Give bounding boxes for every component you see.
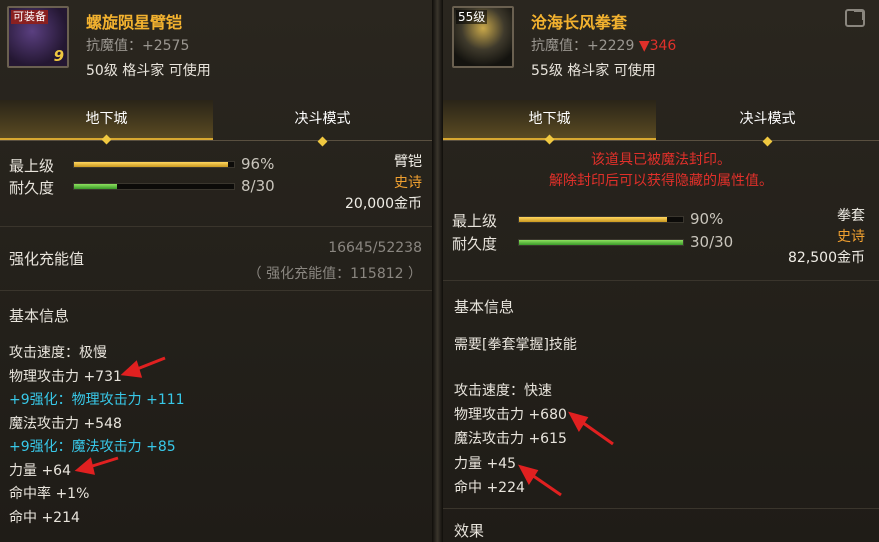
- panel-divider: [432, 0, 443, 542]
- seal-message-2: 解除封印后可以获得隐藏的属性值。: [549, 173, 773, 189]
- diamond-icon: [544, 134, 554, 145]
- max-level-bar: [73, 161, 235, 168]
- resist-text: 抗魔值：+2229: [531, 38, 639, 54]
- equip-tag: 可装备: [11, 10, 48, 24]
- share-icon[interactable]: [845, 9, 865, 27]
- stat-line: 魔法攻击力 +615: [454, 431, 567, 447]
- max-level-label: 最上级: [452, 212, 498, 230]
- arrow-line: [131, 356, 166, 373]
- item-meta: 拳套 史诗 82,500金币: [788, 206, 865, 269]
- mode-tabs: 地下城 决斗模式: [443, 100, 879, 147]
- tab-label: 决斗模式: [739, 111, 796, 127]
- resist-value: 抗魔值：+2229 ▼346: [531, 35, 676, 55]
- stat-line: 命中率 +1%: [9, 486, 90, 502]
- stat-line: 魔法攻击力 +548: [9, 415, 122, 432]
- stat-line: 命中 +214: [9, 509, 80, 526]
- tab-pvp[interactable]: 决斗模式: [656, 100, 879, 147]
- requirement: 50级 格斗家 可使用: [86, 63, 211, 79]
- arrow-head: [120, 360, 143, 378]
- skill-requirement: 需要[拳套掌握]技能: [454, 337, 577, 353]
- stat-line: 物理攻击力 +731: [9, 368, 122, 385]
- fist-icon[interactable]: 55级: [452, 6, 514, 68]
- stat-line: 力量 +64: [9, 462, 71, 479]
- durability-label: 耐久度: [452, 235, 498, 253]
- item-meta: 臂铠 史诗 20,000金币: [345, 152, 422, 215]
- durability-fill: [519, 240, 683, 245]
- mode-tabs: 地下城 决斗模式: [0, 100, 432, 147]
- durability-value: 8/30: [241, 177, 275, 195]
- tab-label: 决斗模式: [294, 111, 351, 127]
- basic-info-title: 基本信息: [9, 307, 70, 325]
- durability-bar: [518, 239, 684, 246]
- item-tooltip-right: 55级 沧海长风拳套 抗魔值：+2229 ▼346 55级 格斗家 可使用 地下…: [443, 0, 879, 542]
- item-type: 拳套: [837, 208, 865, 224]
- seal-message-1: 该道具已被魔法封印。: [591, 152, 731, 168]
- durability-label: 耐久度: [9, 179, 55, 197]
- tab-pvp[interactable]: 决斗模式: [213, 100, 432, 147]
- reinforce-total: （ 强化充能值：115812 ）: [247, 266, 422, 282]
- stat-line: 力量 +45: [454, 456, 516, 472]
- item-rarity: 史诗: [394, 175, 422, 191]
- tab-dungeon[interactable]: 地下城: [0, 100, 213, 145]
- max-level-fill: [74, 162, 228, 167]
- item-rarity: 史诗: [837, 229, 865, 245]
- max-level-value: 90%: [690, 210, 724, 228]
- divider: [0, 290, 432, 291]
- item-price: 82,500金币: [788, 250, 865, 266]
- arrow-line: [528, 471, 562, 497]
- resist-diff: ▼346: [638, 38, 677, 54]
- divider: [443, 508, 879, 509]
- stat-line: 攻击速度：极慢: [9, 345, 107, 361]
- basic-info-title: 基本信息: [454, 298, 515, 316]
- max-level-bar: [518, 216, 684, 223]
- stat-line: 命中 +224: [454, 480, 525, 496]
- requirement: 55级 格斗家 可使用: [531, 63, 656, 79]
- stat-line: +9强化：魔法攻击力 +85: [9, 439, 176, 455]
- tab-label: 地下城: [528, 111, 571, 127]
- stat-line: 物理攻击力 +680: [454, 407, 567, 423]
- resist-value: 抗魔值：+2575: [86, 38, 190, 54]
- level-tag: 55级: [456, 10, 488, 24]
- reinforce-level: 9: [53, 47, 64, 65]
- item-tooltip-left: 可装备 9 螺旋陨星臂铠 抗魔值：+2575 50级 格斗家 可使用 地下城 决…: [0, 0, 432, 542]
- divider: [0, 226, 432, 227]
- item-type: 臂铠: [394, 154, 422, 170]
- durability-bar: [73, 183, 235, 190]
- max-level-label: 最上级: [9, 157, 55, 175]
- diamond-icon: [762, 136, 772, 147]
- durability-fill: [74, 184, 117, 189]
- arrow-head: [568, 411, 589, 432]
- arrow-line: [85, 456, 119, 470]
- reinforce-label: 强化充能值: [9, 250, 85, 268]
- item-name: 螺旋陨星臂铠: [86, 13, 183, 32]
- diamond-icon: [317, 136, 327, 147]
- item-price: 20,000金币: [345, 196, 422, 212]
- diamond-icon: [101, 134, 111, 145]
- arrow-head: [74, 457, 95, 475]
- reinforce-value: 16645/52238: [328, 240, 422, 256]
- effect-title: 效果: [454, 522, 485, 540]
- stat-line: 攻击速度：快速: [454, 383, 552, 399]
- max-level-fill: [519, 217, 667, 222]
- durability-value: 30/30: [690, 233, 734, 251]
- stat-line: +9强化：物理攻击力 +111: [9, 392, 185, 408]
- gauntlet-icon[interactable]: 可装备 9: [7, 6, 69, 68]
- arrow-line: [578, 418, 614, 446]
- divider: [443, 280, 879, 281]
- max-level-value: 96%: [241, 155, 275, 173]
- tab-dungeon[interactable]: 地下城: [443, 100, 656, 145]
- item-name: 沧海长风拳套: [531, 13, 628, 32]
- tab-label: 地下城: [85, 111, 128, 127]
